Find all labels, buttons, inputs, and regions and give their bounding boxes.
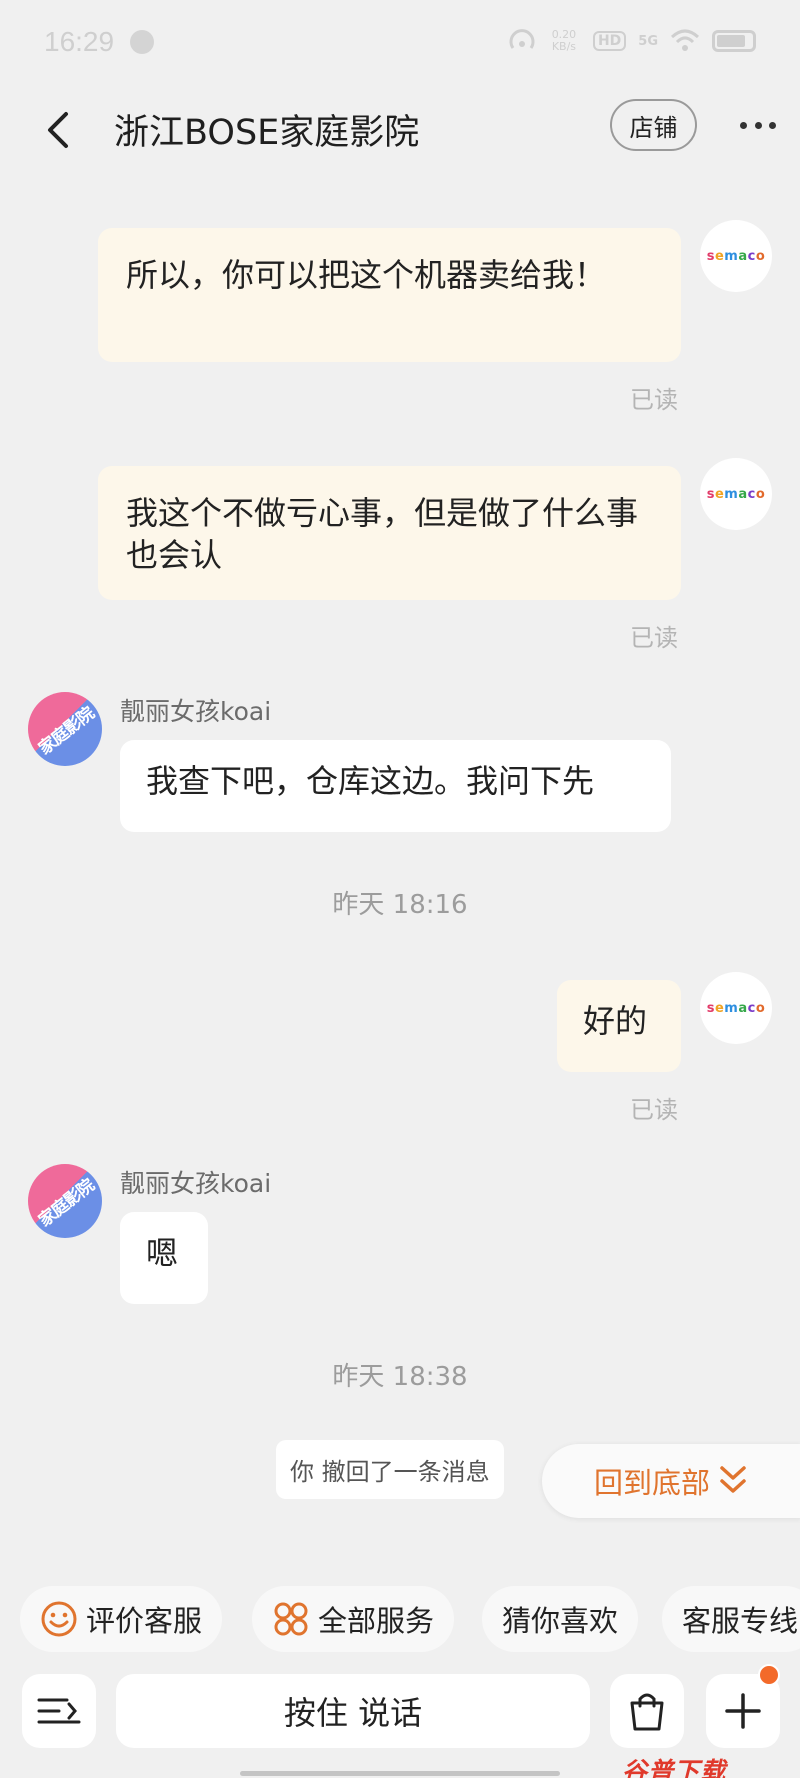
avatar-self[interactable]: semaco <box>700 972 772 1044</box>
net-speed-unit: KB/s <box>551 40 577 53</box>
message-bubble-self[interactable]: 我这个不做亏心事，但是做了什么事也会认 <box>98 466 681 600</box>
avatar-shop-text: 家庭影院 <box>35 1175 98 1231</box>
signal-icon: 5G <box>638 33 658 49</box>
message-bubble-self[interactable]: 好的 <box>557 980 681 1072</box>
service-rate-agent[interactable]: 评价客服 <box>20 1586 223 1652</box>
chat-header: 浙江BOSE家庭影院 店铺 <box>0 86 800 204</box>
read-status: 已读 <box>630 386 678 414</box>
avatar-shop-text: 家庭影院 <box>35 703 98 759</box>
sender-name: 靓丽女孩koai <box>120 697 272 726</box>
wifi-icon <box>670 29 700 51</box>
notification-dot <box>758 1664 780 1686</box>
message-bubble-other[interactable]: 嗯 <box>120 1212 208 1304</box>
back-to-bottom-label: 回到底部 <box>594 1466 711 1500</box>
store-button[interactable]: 店铺 <box>610 99 697 151</box>
more-icon[interactable] <box>740 122 776 134</box>
sender-name: 靓丽女孩koai <box>120 1169 272 1198</box>
shopping-bag-icon <box>630 1693 664 1731</box>
input-bar: 按住 说话 谷普下载 <box>0 1664 800 1778</box>
hd-icon: HD <box>592 31 627 51</box>
status-time: 16:29 <box>44 26 115 57</box>
watermark: 谷普下载 <box>622 1757 727 1778</box>
timestamp: 昨天 18:16 <box>332 890 468 920</box>
moon-icon <box>130 30 154 54</box>
message-bubble-other[interactable]: 我查下吧，仓库这边。我问下先 <box>120 740 671 832</box>
service-label: 客服专线 <box>682 1604 799 1638</box>
status-bar: 16:29 0.20 KB/s HD 5G <box>0 0 800 86</box>
recall-notice: 你 撤回了一条消息 <box>276 1440 504 1499</box>
status-indicators: 0.20 KB/s HD 5G <box>509 28 756 54</box>
quick-services: 评价客服 全部服务 猜你喜欢 客服专线 <box>0 1586 800 1656</box>
avatar-self[interactable]: semaco <box>700 458 772 530</box>
net-speed: 0.20 KB/s <box>547 29 581 53</box>
grid-icon <box>274 1602 308 1636</box>
hold-to-talk-button[interactable]: 按住 说话 <box>116 1674 590 1748</box>
smile-icon <box>41 1601 77 1637</box>
hotspot-icon <box>509 29 535 49</box>
timestamp: 昨天 18:38 <box>332 1362 468 1392</box>
avatar-self-logo: semaco <box>706 248 766 264</box>
avatar-self-logo: semaco <box>706 1000 766 1016</box>
service-hotline[interactable]: 客服专线 <box>662 1586 800 1652</box>
back-icon[interactable] <box>40 110 80 150</box>
back-to-bottom-button[interactable]: 回到底部 <box>542 1444 800 1518</box>
service-recommend[interactable]: 猜你喜欢 <box>482 1586 639 1652</box>
avatar-self[interactable]: semaco <box>700 220 772 292</box>
double-chevron-down-icon <box>720 1466 746 1493</box>
home-indicator[interactable] <box>240 1771 560 1776</box>
battery-icon <box>712 30 756 52</box>
message-bubble-self[interactable]: 所以，你可以把这个机器卖给我！ <box>98 228 681 362</box>
chat-messages[interactable]: 所以，你可以把这个机器卖给我！ semaco 已读 我这个不做亏心事，但是做了什… <box>0 204 800 1556</box>
avatar-shop[interactable]: 家庭影院 <box>28 1164 102 1238</box>
service-label: 猜你喜欢 <box>502 1604 619 1638</box>
read-status: 已读 <box>630 1096 678 1124</box>
read-status: 已读 <box>630 624 678 652</box>
service-label: 评价客服 <box>86 1604 203 1638</box>
menu-icon <box>37 1698 81 1724</box>
shopping-bag-button[interactable] <box>610 1674 684 1748</box>
avatar-self-logo: semaco <box>706 486 766 502</box>
menu-button[interactable] <box>22 1674 96 1748</box>
page-title: 浙江BOSE家庭影院 <box>114 113 420 153</box>
avatar-shop[interactable]: 家庭影院 <box>28 692 102 766</box>
service-label: 全部服务 <box>318 1604 435 1638</box>
plus-icon <box>725 1693 761 1729</box>
service-all[interactable]: 全部服务 <box>252 1586 455 1652</box>
